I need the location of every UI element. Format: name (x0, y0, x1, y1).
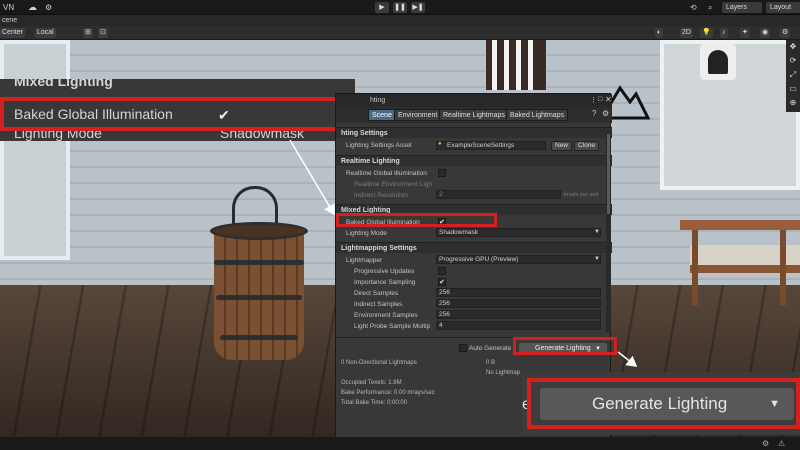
notifications-icon[interactable]: ⚙ (762, 439, 769, 448)
arrow-to-generate-zoom (617, 351, 638, 367)
status-bar: ⚙ ⚠ (0, 437, 800, 450)
arrow-to-baked-gi (289, 139, 335, 216)
annotation-arrows (289, 139, 638, 367)
console-icon[interactable]: ⚠ (778, 439, 785, 448)
